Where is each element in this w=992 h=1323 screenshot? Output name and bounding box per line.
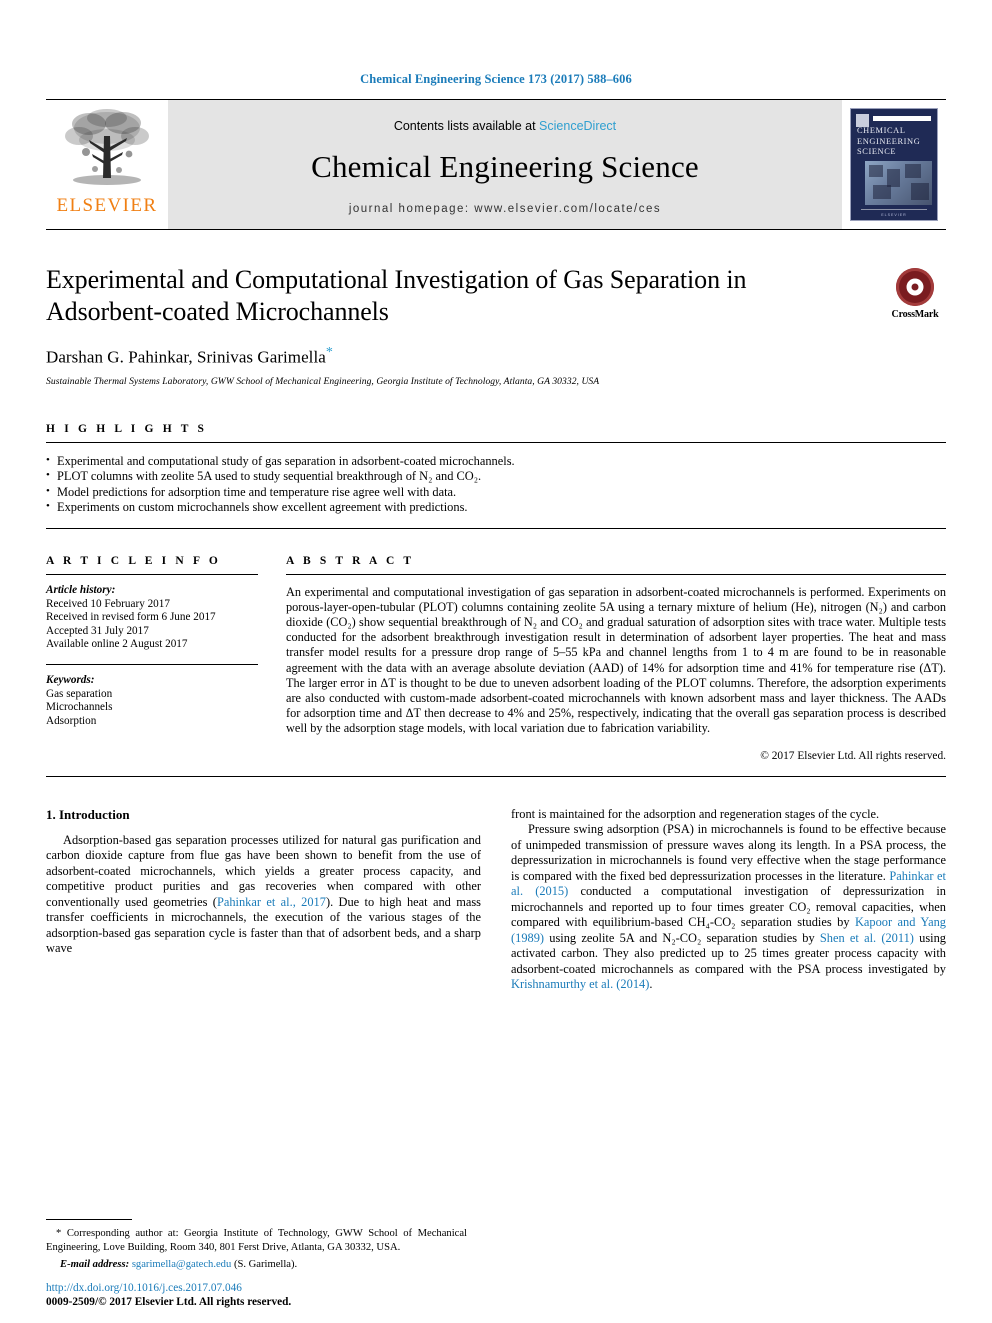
section-heading-introduction: 1. Introduction — [46, 806, 130, 822]
paragraph: Pressure swing adsorption (PSA) in micro… — [511, 822, 946, 993]
footnote-block: * Corresponding author at: Georgia Insti… — [46, 1219, 467, 1271]
cover-title: CHEMICAL ENGINEERING SCIENCE — [857, 126, 933, 158]
article-page: Chemical Engineering Science 173 (2017) … — [0, 0, 992, 1323]
paragraph-text-c: using zeolite 5A and N₂-CO₂ separation s… — [544, 930, 820, 945]
citation-link[interactable]: Pahinkar et al., 2017 — [217, 895, 326, 909]
elsevier-tree-icon — [65, 109, 149, 185]
abstract-rule — [286, 574, 946, 576]
masthead-center: Contents lists available at ScienceDirec… — [168, 100, 842, 229]
sciencedirect-link[interactable]: ScienceDirect — [539, 119, 616, 133]
history-item: Accepted 31 July 2017 — [46, 624, 149, 637]
highlights-bottom-rule — [46, 528, 946, 530]
journal-homepage-link[interactable]: journal homepage: www.elsevier.com/locat… — [349, 203, 661, 215]
contents-available-line: Contents lists available at ScienceDirec… — [394, 119, 616, 133]
doi-block: http://dx.doi.org/10.1016/j.ces.2017.07.… — [46, 1281, 476, 1309]
affiliation: Sustainable Thermal Systems Laboratory, … — [46, 375, 600, 387]
history-item: Available online 2 August 2017 — [46, 638, 188, 651]
abstract-text: An experimental and computational invest… — [286, 585, 946, 735]
highlights-list: Experimental and computational study of … — [46, 453, 946, 516]
cover-footer-text: ELSEVIER — [881, 213, 907, 217]
cover-image: CHEMICAL ENGINEERING SCIENCE ELSEVIER — [850, 108, 938, 221]
abstract-heading: A B S T R A C T — [286, 555, 415, 568]
keywords-block: Keywords: Gas separation Microchannels A… — [46, 674, 258, 728]
contents-prefix: Contents lists available at — [393, 118, 536, 133]
keyword-item: Gas separation — [46, 687, 113, 700]
cover-title-line3: SCIENCE — [857, 147, 897, 156]
crossmark-label: CrossMark — [891, 309, 939, 320]
paragraph-text-a: Pressure swing adsorption (PSA) in micro… — [511, 822, 946, 883]
paragraph-text-e: . — [649, 977, 653, 992]
article-history-block: Article history: Received 10 February 20… — [46, 584, 258, 652]
elsevier-wordmark: ELSEVIER — [56, 195, 158, 216]
crossmark-logo-icon — [896, 268, 934, 306]
issn-copyright-line: 0009-2509/© 2017 Elsevier Ltd. All right… — [46, 1296, 292, 1308]
highlights-heading: H I G H L I G H T S — [46, 422, 208, 435]
history-item: Received in revised form 6 June 2017 — [46, 611, 216, 624]
citation-link[interactable]: Krishnamurthy et al. (2014) — [511, 977, 649, 991]
email-label: E-mail address: — [60, 1258, 130, 1270]
paragraph: front is maintained for the adsorption a… — [511, 806, 880, 821]
keyword-item: Microchannels — [46, 701, 113, 714]
body-column-right: front is maintained for the adsorption a… — [511, 807, 946, 993]
journal-masthead: ELSEVIER Contents lists available at Sci… — [46, 99, 946, 230]
email-link[interactable]: sgarimella@gatech.edu — [132, 1259, 231, 1270]
cover-photo — [865, 161, 932, 205]
article-info-heading: A R T I C L E I N F O — [46, 555, 221, 568]
keywords-label: Keywords: — [46, 674, 95, 686]
article-info-section: A R T I C L E I N F O Article history: R… — [46, 555, 286, 762]
article-history-label: Article history: — [46, 584, 116, 597]
email-footnote: E-mail address: sgarimella@gatech.edu (S… — [46, 1258, 467, 1271]
crossmark-badge[interactable]: CrossMark — [884, 268, 946, 320]
list-item: Experiments on custom microchannels show… — [46, 499, 946, 516]
corresponding-author-marker: * — [325, 345, 333, 360]
citation-link[interactable]: Shen et al. (2011) — [820, 931, 914, 945]
info-abstract-row: A R T I C L E I N F O Article history: R… — [46, 555, 946, 762]
journal-cover-thumbnail[interactable]: CHEMICAL ENGINEERING SCIENCE ELSEVIER — [842, 100, 946, 229]
list-item: Model predictions for adsorption time an… — [46, 484, 946, 501]
list-item: Experimental and computational study of … — [46, 453, 946, 470]
page-title: Experimental and Computational Investiga… — [46, 265, 747, 326]
cover-title-line1: CHEMICAL — [857, 126, 906, 135]
highlights-top-rule — [46, 441, 946, 443]
abstract-section: A B S T R A C T An experimental and comp… — [286, 555, 946, 762]
doi-link[interactable]: http://dx.doi.org/10.1016/j.ces.2017.07.… — [46, 1281, 476, 1295]
article-info-separator — [46, 664, 258, 665]
history-item: Received 10 February 2017 — [46, 597, 170, 610]
cover-top-bar — [873, 116, 931, 121]
corresponding-author-footnote: * Corresponding author at: Georgia Insti… — [46, 1228, 467, 1253]
running-head: Chemical Engineering Science 173 (2017) … — [360, 72, 632, 86]
body-columns: 1. Introduction Adsorption-based gas sep… — [46, 807, 946, 993]
body-column-left: 1. Introduction Adsorption-based gas sep… — [46, 807, 481, 993]
highlights-section: H I G H L I G H T S Experimental and com… — [46, 422, 946, 530]
footnote-rule — [46, 1219, 132, 1221]
list-item: PLOT columns with zeolite 5A used to stu… — [46, 468, 946, 485]
elsevier-logo: ELSEVIER — [46, 100, 168, 229]
paragraph: Adsorption-based gas separation processe… — [46, 833, 481, 957]
email-suffix: (S. Garimella). — [233, 1258, 298, 1270]
journal-title: Chemical Engineering Science — [311, 148, 699, 184]
cover-title-line2: ENGINEERING — [857, 136, 921, 146]
abstract-bottom-rule — [46, 775, 946, 777]
abstract-copyright: © 2017 Elsevier Ltd. All rights reserved… — [760, 749, 946, 762]
article-info-rule — [46, 574, 258, 576]
title-block: CrossMark Experimental and Computational… — [46, 264, 946, 387]
author-names: Darshan G. Pahinkar, Srinivas Garimella — [46, 347, 326, 367]
keyword-item: Adsorption — [46, 714, 97, 727]
author-list: Darshan G. Pahinkar, Srinivas Garimella* — [46, 345, 946, 368]
